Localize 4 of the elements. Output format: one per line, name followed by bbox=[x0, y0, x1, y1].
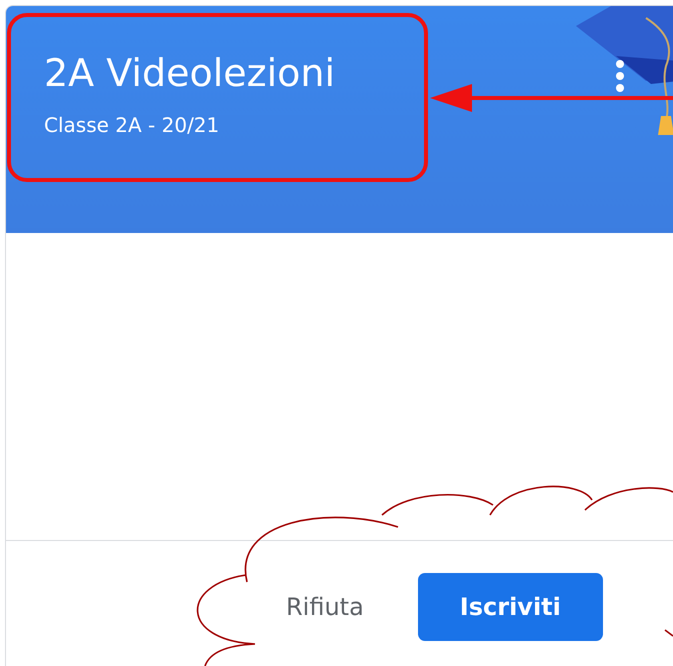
class-subtitle: Classe 2A - 20/21 bbox=[44, 112, 220, 138]
enroll-button[interactable]: Iscriviti bbox=[418, 573, 603, 641]
class-title: 2A Videolezioni bbox=[44, 50, 336, 97]
decline-button[interactable]: Rifiuta bbox=[272, 583, 378, 631]
